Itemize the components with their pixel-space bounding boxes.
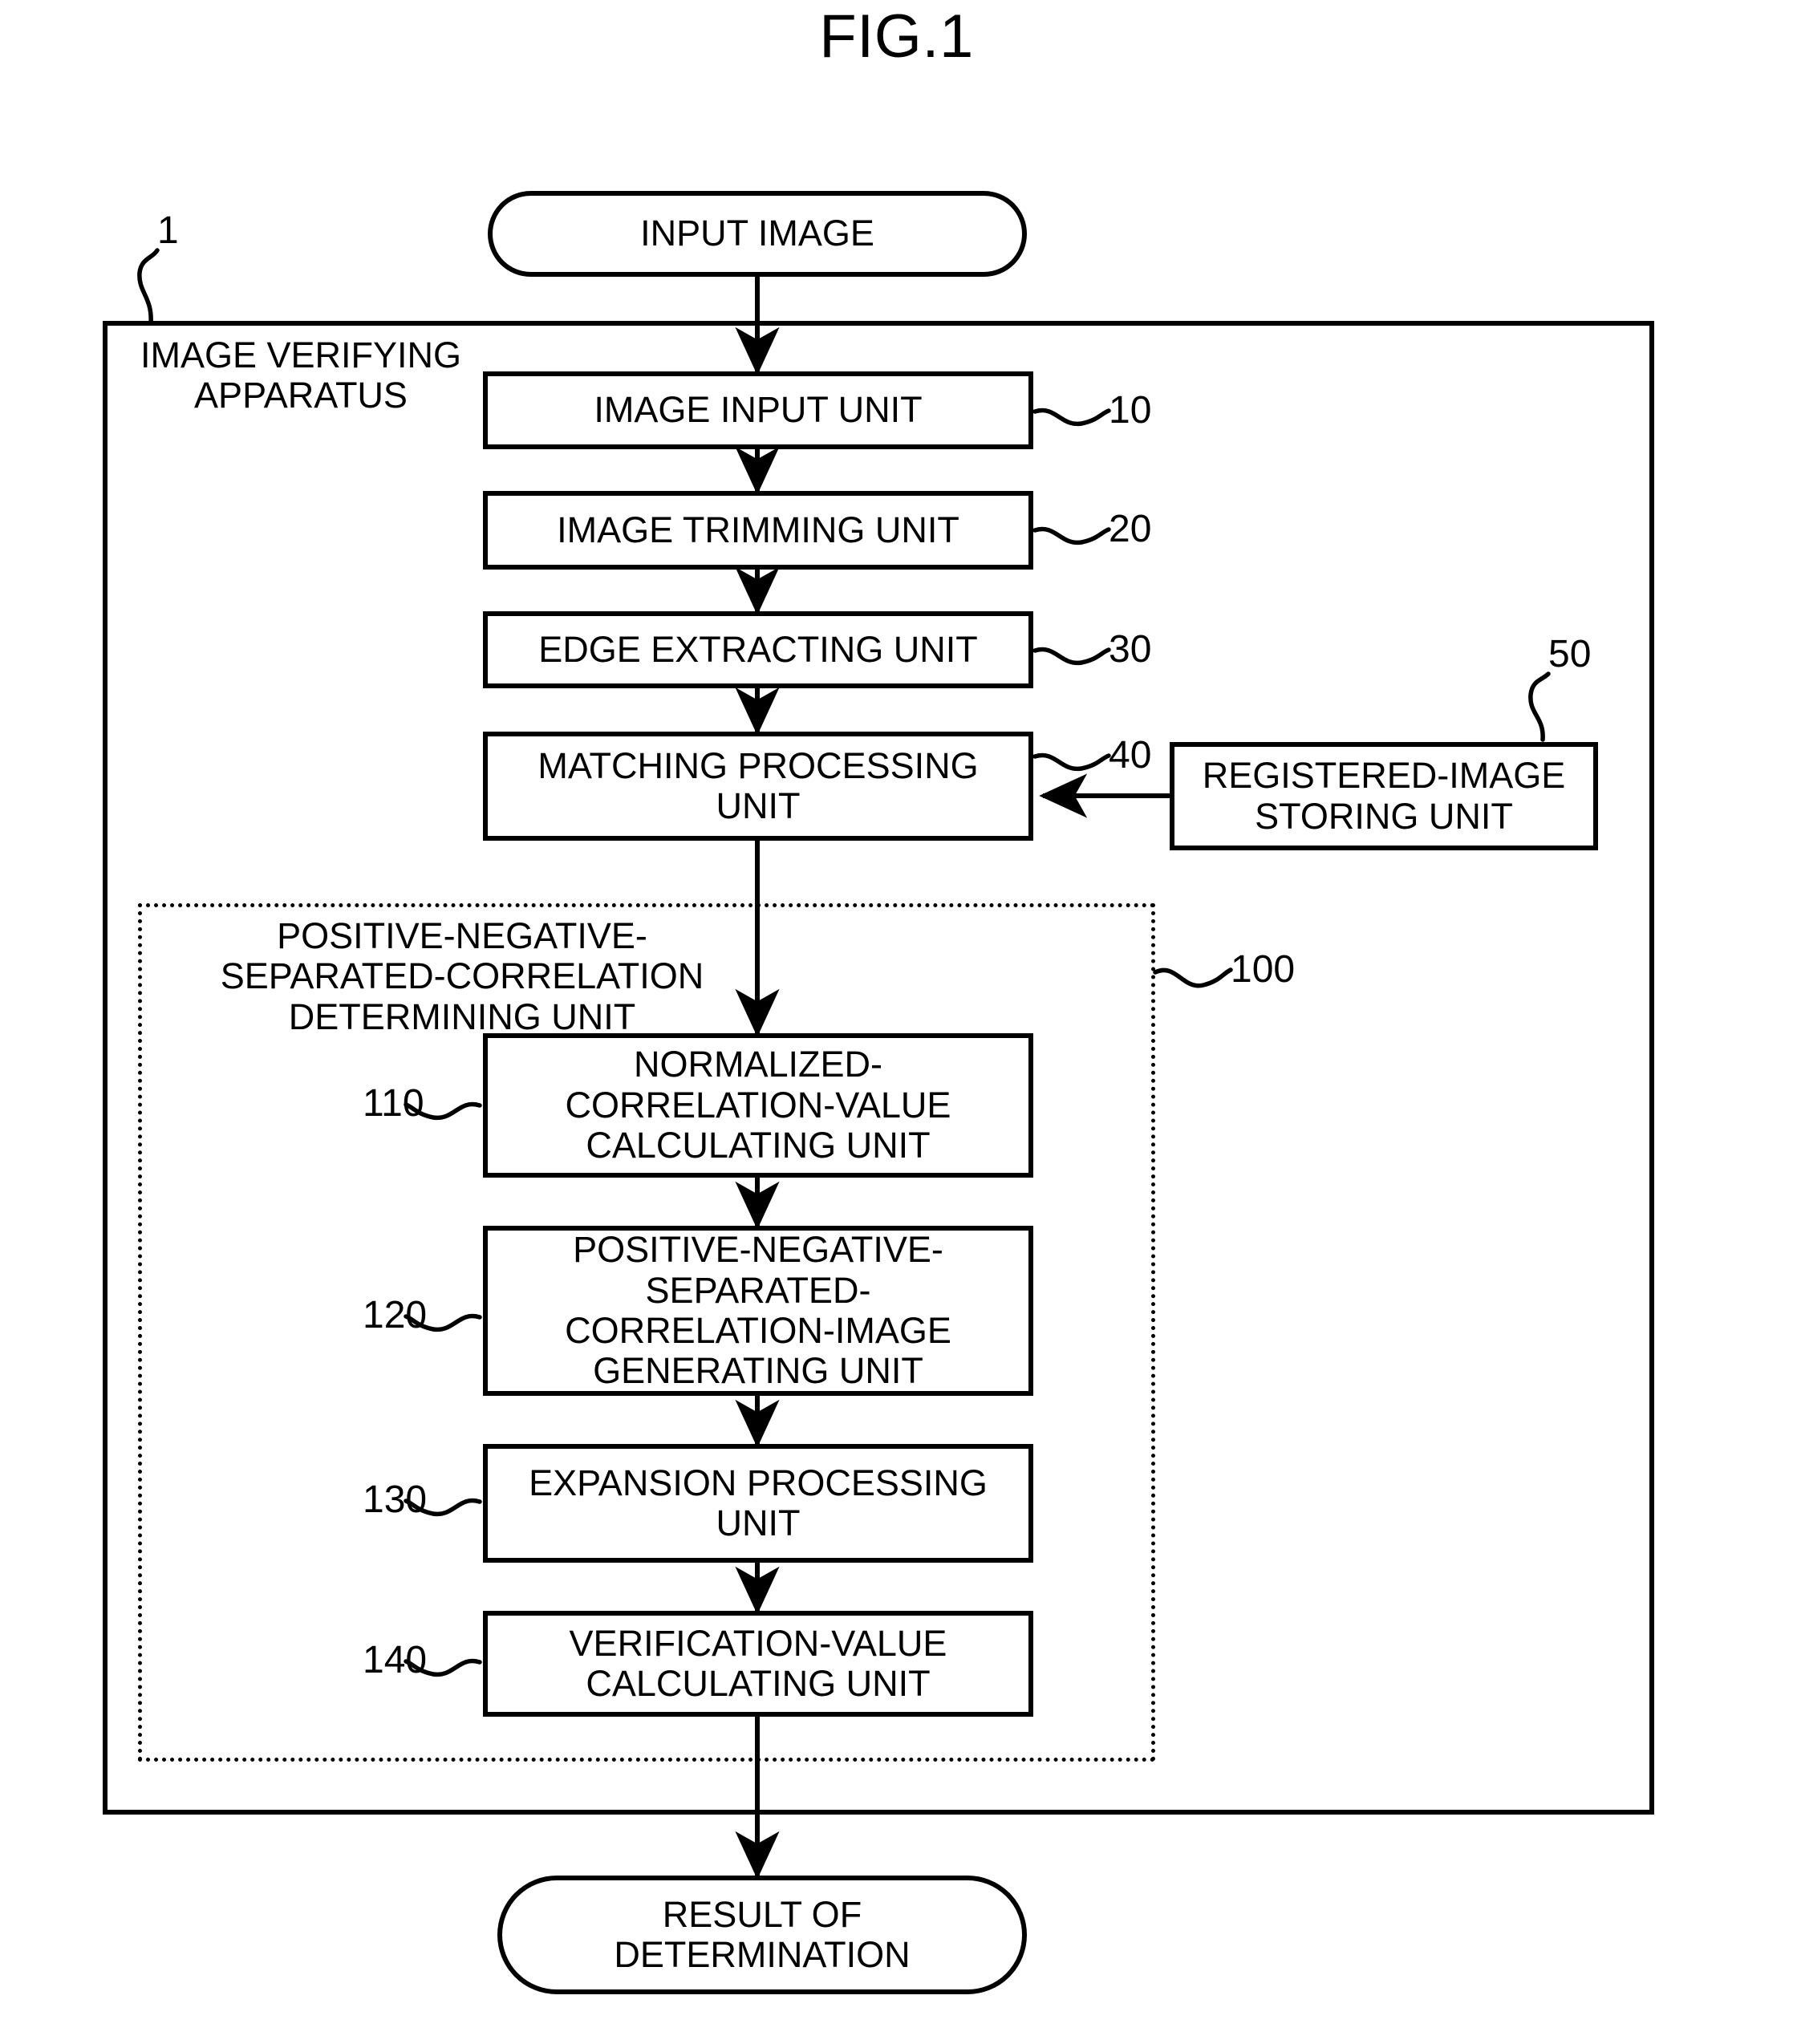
unit-registered-image-storing-label: REGISTERED-IMAGE STORING UNIT bbox=[1202, 755, 1566, 837]
unit-matching-processing-label: MATCHING PROCESSING UNIT bbox=[537, 744, 979, 826]
callout-140: 140 bbox=[363, 1639, 428, 1681]
callout-30: 30 bbox=[1109, 628, 1152, 671]
unit-verification-value-calculating-label: VERIFICATION-VALUE CALCULATING UNIT bbox=[569, 1622, 947, 1704]
callout-100: 100 bbox=[1231, 948, 1296, 991]
unit-image-trimming[interactable]: IMAGE TRIMMING UNIT bbox=[483, 491, 1033, 570]
unit-image-trimming-label: IMAGE TRIMMING UNIT bbox=[557, 509, 959, 550]
callout-110: 110 bbox=[363, 1082, 424, 1125]
callout-10: 10 bbox=[1109, 389, 1152, 432]
figure-title: FIG.1 bbox=[819, 2, 974, 71]
terminal-result-of-determination[interactable]: RESULT OF DETERMINATION bbox=[497, 1876, 1027, 1994]
unit-matching-processing[interactable]: MATCHING PROCESSING UNIT bbox=[483, 732, 1033, 841]
callout-50: 50 bbox=[1548, 633, 1592, 675]
determining-unit-label: POSITIVE-NEGATIVE- SEPARATED-CORRELATION… bbox=[220, 915, 704, 1037]
unit-positive-negative-separated-correlation-image-generating-label: POSITIVE-NEGATIVE- SEPARATED- CORRELATIO… bbox=[565, 1229, 951, 1392]
unit-image-input-label: IMAGE INPUT UNIT bbox=[594, 389, 923, 431]
callout-40: 40 bbox=[1109, 734, 1152, 777]
unit-normalized-correlation-value-calculating[interactable]: NORMALIZED- CORRELATION-VALUE CALCULATIN… bbox=[483, 1033, 1033, 1178]
callout-120: 120 bbox=[363, 1294, 428, 1336]
terminal-input-image-label: INPUT IMAGE bbox=[640, 213, 874, 254]
apparatus-label: IMAGE VERIFYING APPARATUS bbox=[140, 335, 462, 416]
unit-verification-value-calculating[interactable]: VERIFICATION-VALUE CALCULATING UNIT bbox=[483, 1611, 1033, 1717]
callout-1: 1 bbox=[157, 209, 179, 252]
unit-edge-extracting-label: EDGE EXTRACTING UNIT bbox=[538, 628, 978, 670]
unit-image-input[interactable]: IMAGE INPUT UNIT bbox=[483, 371, 1033, 449]
terminal-input-image[interactable]: INPUT IMAGE bbox=[488, 191, 1027, 277]
unit-expansion-processing[interactable]: EXPANSION PROCESSING UNIT bbox=[483, 1444, 1033, 1563]
unit-expansion-processing-label: EXPANSION PROCESSING UNIT bbox=[529, 1462, 988, 1543]
patent-figure: FIG.1 INPUT IMAGE RESULT OF DETERMINATIO… bbox=[0, 0, 1793, 2044]
unit-edge-extracting[interactable]: EDGE EXTRACTING UNIT bbox=[483, 611, 1033, 688]
terminal-result-of-determination-label: RESULT OF DETERMINATION bbox=[614, 1893, 911, 1975]
callout-20: 20 bbox=[1109, 508, 1152, 550]
unit-normalized-correlation-value-calculating-label: NORMALIZED- CORRELATION-VALUE CALCULATIN… bbox=[565, 1044, 951, 1166]
unit-positive-negative-separated-correlation-image-generating[interactable]: POSITIVE-NEGATIVE- SEPARATED- CORRELATIO… bbox=[483, 1226, 1033, 1396]
callout-130: 130 bbox=[363, 1478, 428, 1521]
unit-registered-image-storing[interactable]: REGISTERED-IMAGE STORING UNIT bbox=[1170, 742, 1598, 850]
